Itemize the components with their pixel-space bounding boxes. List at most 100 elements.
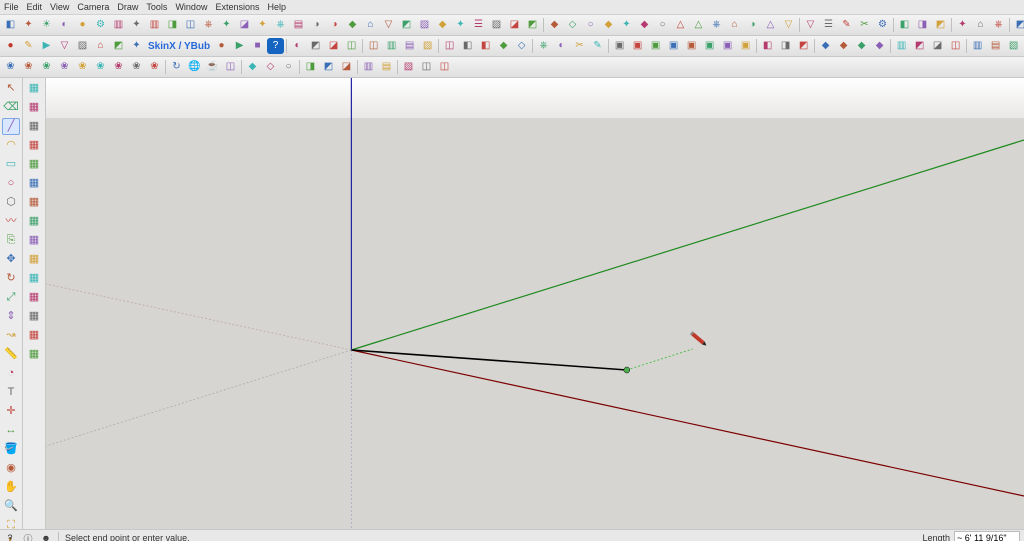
scale-tool-icon[interactable]: ⤢ xyxy=(2,289,20,306)
joint2-icon[interactable]: ⌂ xyxy=(92,38,109,54)
leafD-icon[interactable]: ❀ xyxy=(56,59,73,75)
torus-icon[interactable]: ▨ xyxy=(416,17,433,33)
move-icon[interactable]: ⎈ xyxy=(708,17,725,33)
solidE-icon[interactable]: ▦ xyxy=(25,156,43,173)
pan-icon[interactable]: ⎈ xyxy=(200,17,217,33)
grid4-icon[interactable]: ✂ xyxy=(856,17,873,33)
orbit2-icon[interactable]: ⎈ xyxy=(535,38,552,54)
winA-icon[interactable]: ◆ xyxy=(244,59,261,75)
meas-icon[interactable]: ◩ xyxy=(110,38,127,54)
freehand-tool-icon[interactable]: 〰 xyxy=(2,213,20,230)
pin-icon[interactable]: ✦ xyxy=(128,38,145,54)
camera-icon[interactable]: ✦ xyxy=(254,17,271,33)
fit-icon[interactable]: ✎ xyxy=(589,38,606,54)
solidM-icon[interactable]: ▦ xyxy=(25,308,43,325)
slash-icon[interactable]: ◫ xyxy=(441,38,458,54)
roof2-icon[interactable]: ◪ xyxy=(325,38,342,54)
arc-tool-icon[interactable]: ◠ xyxy=(2,137,20,154)
winC-icon[interactable]: ○ xyxy=(280,59,297,75)
walk-icon[interactable]: ◨ xyxy=(164,17,181,33)
knife-icon[interactable]: ◧ xyxy=(459,38,476,54)
move-tool-icon[interactable]: ✥ xyxy=(2,251,20,268)
iso-icon[interactable]: ▤ xyxy=(290,17,307,33)
viewport[interactable] xyxy=(46,78,1024,529)
palm-icon[interactable]: ▽ xyxy=(56,38,73,54)
look-icon[interactable]: ✦ xyxy=(218,17,235,33)
arrA-icon[interactable]: ▥ xyxy=(360,59,377,75)
offset-tool-icon[interactable]: ⎘ xyxy=(2,232,20,249)
wave4-icon[interactable]: ▧ xyxy=(419,38,436,54)
tri-right-icon[interactable]: ▥ xyxy=(110,17,127,33)
cursor-icon[interactable]: ◧ xyxy=(2,17,19,33)
tape-tool-icon[interactable]: 📏 xyxy=(2,346,20,363)
blue-icon[interactable]: ? xyxy=(267,38,284,54)
solidC-icon[interactable]: ▦ xyxy=(25,118,43,135)
leafE-icon[interactable]: ❀ xyxy=(74,59,91,75)
solidA-icon[interactable]: ▦ xyxy=(25,80,43,97)
gemA-icon[interactable]: ◆ xyxy=(817,38,834,54)
followme-tool-icon[interactable]: ↝ xyxy=(2,327,20,344)
circle-tool-icon[interactable]: ○ xyxy=(2,175,20,192)
sun-icon[interactable]: ◩ xyxy=(1012,17,1024,33)
menu-tools[interactable]: Tools xyxy=(146,2,167,12)
eye-icon[interactable]: ◐ xyxy=(56,17,73,33)
cubeA-icon[interactable]: ▣ xyxy=(611,38,628,54)
shell2-icon[interactable]: ◨ xyxy=(777,38,794,54)
dim-tool-icon[interactable]: ↔ xyxy=(2,422,20,439)
pushpull-tool-icon[interactable]: ⇕ xyxy=(2,308,20,325)
cubeE-icon[interactable]: ▣ xyxy=(683,38,700,54)
pyr-icon[interactable]: ✦ xyxy=(452,17,469,33)
layer3-icon[interactable]: ◩ xyxy=(932,17,949,33)
shell1-icon[interactable]: ◧ xyxy=(759,38,776,54)
eraser-tool-icon[interactable]: ⌫ xyxy=(2,99,20,116)
wave1-icon[interactable]: ◫ xyxy=(365,38,382,54)
arr3-icon[interactable]: ▽ xyxy=(780,17,797,33)
target-icon[interactable]: ▧ xyxy=(400,59,417,75)
scale-icon[interactable]: △ xyxy=(672,17,689,33)
loft-icon[interactable]: ◩ xyxy=(524,17,541,33)
grid1-icon[interactable]: ▽ xyxy=(802,17,819,33)
menu-help[interactable]: Help xyxy=(267,2,286,12)
layer1-icon[interactable]: ◧ xyxy=(896,17,913,33)
gemD-icon[interactable]: ◆ xyxy=(871,38,888,54)
gemC-icon[interactable]: ◆ xyxy=(853,38,870,54)
curl-icon[interactable]: ◐ xyxy=(289,38,306,54)
solidI-icon[interactable]: ▦ xyxy=(25,232,43,249)
gemB-icon[interactable]: ◆ xyxy=(835,38,852,54)
pushpull-icon[interactable]: ○ xyxy=(654,17,671,33)
docB-icon[interactable]: ▤ xyxy=(987,38,1004,54)
text-tool-icon[interactable]: T xyxy=(2,384,20,401)
arr2-icon[interactable]: △ xyxy=(762,17,779,33)
leafF-icon[interactable]: ❀ xyxy=(92,59,109,75)
col3-icon[interactable]: ◫ xyxy=(947,38,964,54)
wave3-icon[interactable]: ▤ xyxy=(401,38,418,54)
cubeD-icon[interactable]: ▣ xyxy=(665,38,682,54)
solidF-icon[interactable]: ▦ xyxy=(25,175,43,192)
paint-tool-icon[interactable]: 🪣 xyxy=(2,441,20,458)
cubeF-icon[interactable]: ▣ xyxy=(701,38,718,54)
cubeC-icon[interactable]: ▣ xyxy=(647,38,664,54)
leafA-icon[interactable]: ❀ xyxy=(2,59,19,75)
solidH-icon[interactable]: ▦ xyxy=(25,213,43,230)
grid2-icon[interactable]: ☰ xyxy=(820,17,837,33)
pan-tool-icon[interactable]: ✋ xyxy=(2,479,20,496)
solidJ-icon[interactable]: ▦ xyxy=(25,251,43,268)
matB-icon[interactable]: ⌂ xyxy=(972,17,989,33)
status-info-icon[interactable]: ⓘ xyxy=(22,532,34,541)
solidL-icon[interactable]: ▦ xyxy=(25,289,43,306)
orbit-tool-icon[interactable]: ◉ xyxy=(2,460,20,477)
rec-icon[interactable]: ● xyxy=(2,38,19,54)
orbit-icon[interactable]: ◫ xyxy=(182,17,199,33)
leafH-icon[interactable]: ❀ xyxy=(128,59,145,75)
rotate-icon[interactable]: △ xyxy=(690,17,707,33)
edge1-icon[interactable]: ◆ xyxy=(546,17,563,33)
sel-icon[interactable]: ◫ xyxy=(418,59,435,75)
col2-icon[interactable]: ◪ xyxy=(929,38,946,54)
solidD-icon[interactable]: ▦ xyxy=(25,137,43,154)
menu-extensions[interactable]: Extensions xyxy=(215,2,259,12)
offset-icon[interactable]: ✦ xyxy=(618,17,635,33)
wedge-icon[interactable]: ◆ xyxy=(434,17,451,33)
undo-icon[interactable]: ✎ xyxy=(20,38,37,54)
ruler-icon[interactable]: ⎈ xyxy=(272,17,289,33)
menu-edit[interactable]: Edit xyxy=(27,2,43,12)
